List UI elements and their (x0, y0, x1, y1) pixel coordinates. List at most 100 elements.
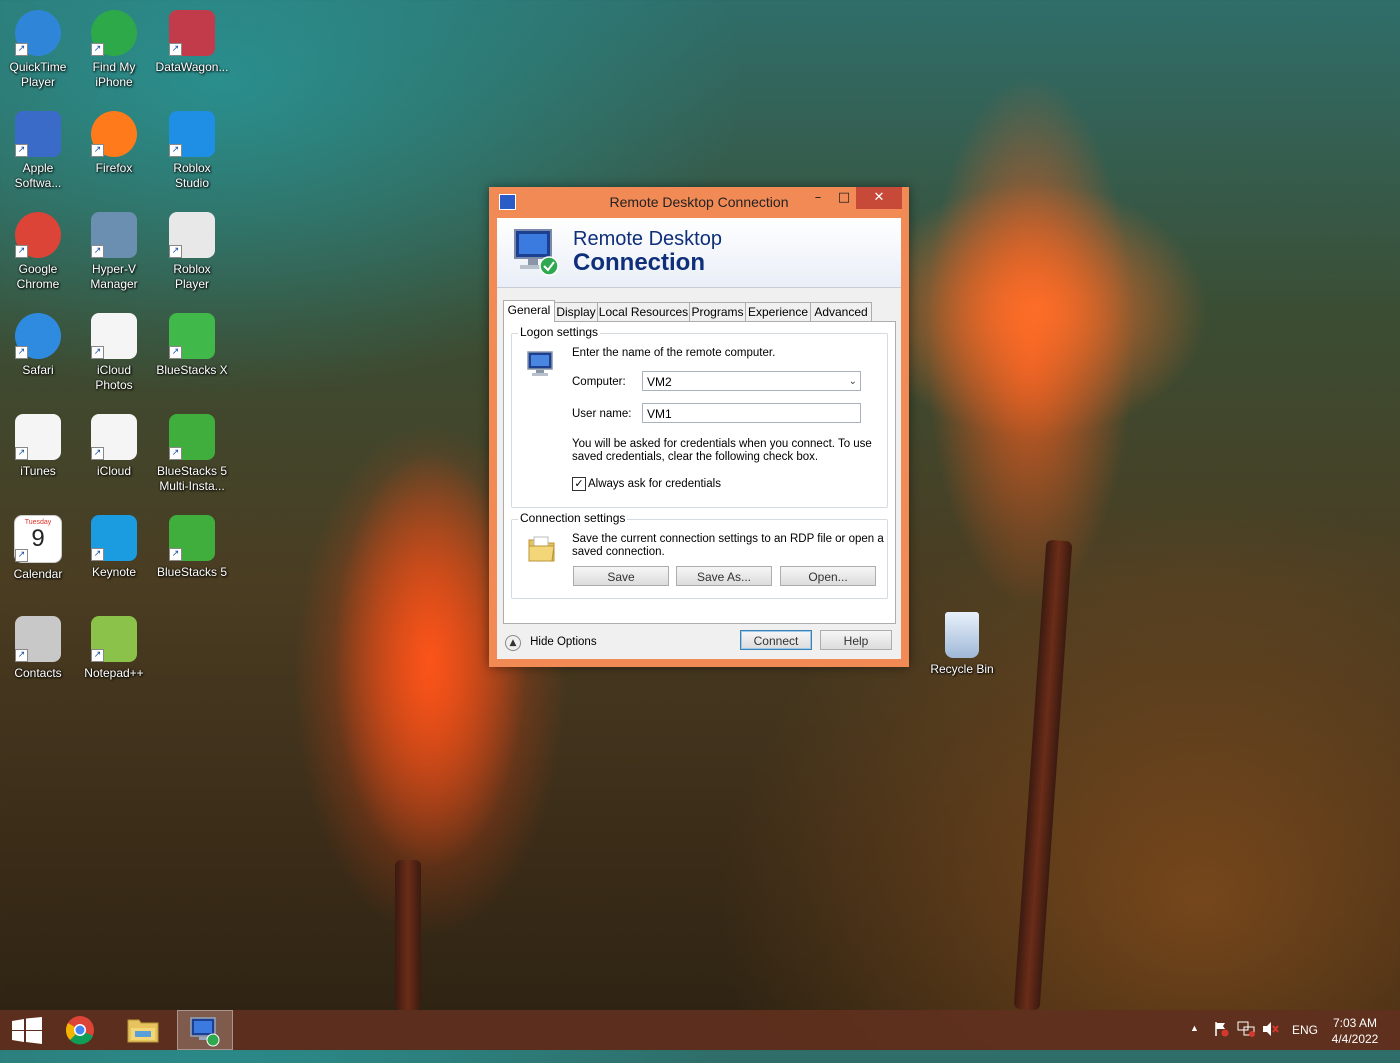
desktop-icon[interactable]: ↗ Hyper-V Manager (77, 212, 151, 292)
credentials-note-line2: saved credentials, clear the following c… (572, 451, 819, 463)
logon-settings-group: Logon settings Enter the name of the rem… (511, 325, 888, 508)
window-client: Remote Desktop Connection General Displa… (497, 218, 901, 659)
shortcut-arrow-icon: ↗ (169, 346, 182, 359)
action-center-flag-icon[interactable] (1213, 1021, 1229, 1061)
desktop-icon[interactable]: ↗ Apple Softwa... (1, 111, 75, 191)
desktop-icon-label-line1: Safari (22, 363, 54, 377)
open-button[interactable]: Open... (780, 566, 876, 586)
desktop-icon[interactable]: ↗ iCloud (77, 414, 151, 479)
desktop-icon-label: Roblox Player (155, 262, 229, 292)
desktop-icon[interactable]: ↗ iCloud Photos (77, 313, 151, 393)
desktop-icon-label-line1: iCloud (96, 464, 132, 478)
desktop-icon-label-line1: QuickTime (9, 60, 67, 74)
desktop-icon-label: BlueStacks 5 Multi-Insta... (155, 464, 229, 494)
maximize-button[interactable]: □ (831, 187, 857, 209)
title-bar[interactable]: Remote Desktop Connection – □ ✕ (489, 187, 909, 217)
folder-icon (127, 1019, 159, 1043)
connect-button[interactable]: Connect (740, 630, 812, 650)
save-as-button[interactable]: Save As... (676, 566, 772, 586)
desktop-icon-label-line1: Roblox Studio (173, 161, 211, 190)
desktop-icon-label-line1: Keynote (91, 565, 137, 579)
shortcut-arrow-icon: ↗ (91, 548, 104, 561)
shortcut-arrow-icon: ↗ (15, 447, 28, 460)
start-button[interactable] (0, 1010, 52, 1050)
tab-programs[interactable]: Programs (689, 302, 746, 321)
taskbar-remote-desktop[interactable] (177, 1010, 233, 1050)
banner-subtitle: Connection (573, 249, 705, 276)
desktop-icon-label-line2: Multi-Insta... (159, 479, 225, 493)
desktop-icon[interactable]: ↗ DataWagon... (155, 10, 229, 75)
desktop-icon[interactable]: ↗ Safari (1, 313, 75, 378)
desktop-icon[interactable]: ↗ Find My iPhone (77, 10, 151, 90)
desktop-icon[interactable]: ↗ Roblox Player (155, 212, 229, 292)
wallpaper-stem (1013, 539, 1073, 1011)
language-indicator[interactable]: ENG (1292, 1023, 1318, 1063)
shortcut-arrow-icon: ↗ (15, 144, 28, 157)
desktop-icon[interactable]: Tuesday 9 ↗ Calendar (1, 515, 75, 582)
hyperv-icon: ↗ (91, 212, 137, 258)
desktop-icon-label: BlueStacks 5 (155, 565, 229, 580)
volume-muted-icon[interactable] (1262, 1021, 1280, 1061)
desktop-icon[interactable]: ↗ BlueStacks 5 (155, 515, 229, 580)
network-icon[interactable] (1237, 1021, 1255, 1061)
taskbar-chrome[interactable] (55, 1010, 107, 1050)
desktop-icon-label: DataWagon... (155, 60, 229, 75)
tab-advanced[interactable]: Advanced (810, 302, 872, 321)
hide-options-label: Hide Options (530, 636, 597, 648)
desktop-icon-label-line1: Google (18, 262, 58, 276)
username-input[interactable]: VM1 (642, 403, 861, 423)
shortcut-arrow-icon: ↗ (169, 245, 182, 258)
shortcut-arrow-icon: ↗ (15, 549, 28, 562)
computer-icon (527, 351, 553, 376)
taskbar-file-explorer[interactable] (117, 1010, 169, 1050)
always-ask-checkbox[interactable]: ✓ (572, 477, 586, 491)
desktop-icon[interactable]: ↗ BlueStacks 5 Multi-Insta... (155, 414, 229, 494)
desktop-icon[interactable]: ↗ Keynote (77, 515, 151, 580)
hide-options-toggle[interactable]: ▲ Hide Options (505, 632, 597, 651)
notepadpp-icon: ↗ (91, 616, 137, 662)
desktop-icon-label-line2: iPhone (95, 75, 133, 89)
desktop-icon-label-line1: Apple (22, 161, 54, 175)
chevron-down-icon[interactable]: ⌄ (849, 372, 857, 392)
desktop-icon-label: Keynote (77, 565, 151, 580)
always-ask-label[interactable]: Always ask for credentials (588, 478, 721, 491)
desktop-icon-label-line2: Softwa... (14, 176, 62, 190)
chrome-icon: ↗ (15, 212, 61, 258)
tab-local-resources[interactable]: Local Resources (597, 302, 690, 321)
desktop-icon[interactable]: ↗ iTunes (1, 414, 75, 479)
desktop-icon[interactable]: ↗ Notepad++ (77, 616, 151, 681)
desktop-icon-label-line1: DataWagon... (155, 60, 229, 74)
desktop-icon[interactable]: ↗ Google Chrome (1, 212, 75, 292)
desktop-icon[interactable]: ↗ Firefox (77, 111, 151, 176)
show-hidden-icons[interactable]: ▲ (1190, 1023, 1199, 1063)
bluestacks-multi-icon: ↗ (169, 414, 215, 460)
desktop-icon[interactable]: ↗ BlueStacks X (155, 313, 229, 378)
desktop-icon-label-line1: Firefox (95, 161, 133, 175)
tab-experience[interactable]: Experience (745, 302, 811, 321)
desktop-icon[interactable]: ↗ Roblox Studio (155, 111, 229, 191)
radar-icon: ↗ (91, 10, 137, 56)
clock-time: 7:03 AM (1332, 1016, 1378, 1030)
tab-display[interactable]: Display (554, 302, 598, 321)
close-button[interactable]: ✕ (856, 187, 902, 209)
save-button[interactable]: Save (573, 566, 669, 586)
desktop-icon-label: Roblox Studio (155, 161, 229, 191)
banner-title: Remote Desktop (573, 228, 722, 250)
shortcut-arrow-icon: ↗ (91, 447, 104, 460)
desktop-icon[interactable]: ↗ Contacts (1, 616, 75, 681)
clock[interactable]: 7:03 AM 4/4/2022 (1324, 1015, 1386, 1055)
taskbar: ▲ ENG 7:03 AM 4/4/2022 (0, 1010, 1400, 1050)
tab-general[interactable]: General (503, 300, 555, 322)
desktop-icon-label: iCloud (77, 464, 151, 479)
roblox-studio-icon: ↗ (169, 111, 215, 157)
help-button[interactable]: Help (820, 630, 892, 650)
computer-dropdown[interactable]: VM2 ⌄ (642, 371, 861, 391)
desktop-icon-recycle-bin[interactable]: Recycle Bin (925, 612, 999, 677)
logon-instruction: Enter the name of the remote computer. (572, 347, 776, 359)
connection-text-line2: saved connection. (572, 546, 665, 558)
minimize-button[interactable]: – (805, 187, 831, 209)
shortcut-arrow-icon: ↗ (15, 346, 28, 359)
compass-icon: ↗ (15, 313, 61, 359)
desktop-icon[interactable]: ↗ QuickTime Player (1, 10, 75, 90)
desktop-icon-label-line1: Find My (92, 60, 136, 74)
